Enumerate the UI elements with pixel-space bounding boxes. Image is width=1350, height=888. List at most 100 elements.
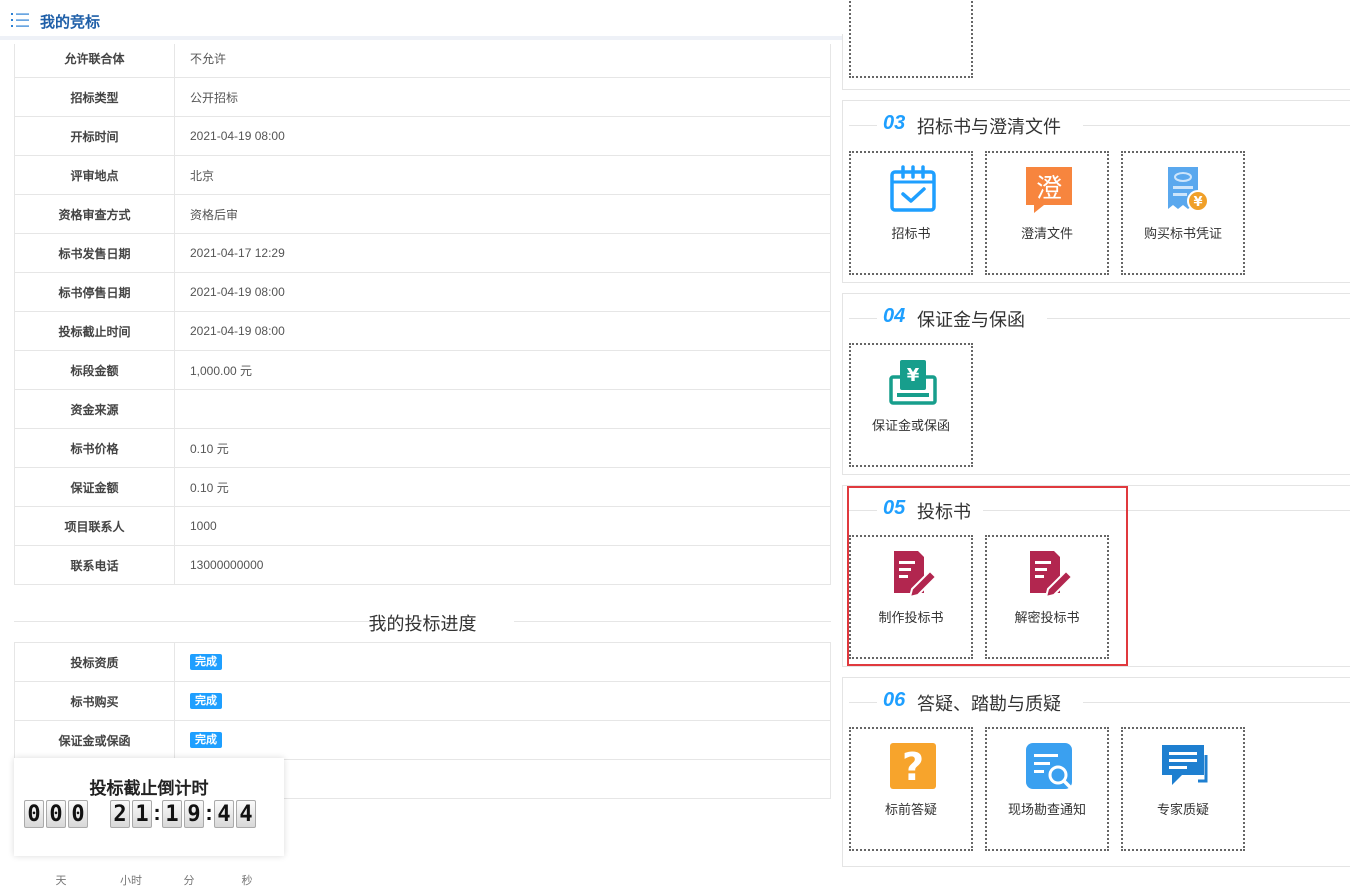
table-row: 招标类型 公开招标 (14, 77, 831, 117)
row-value: 北京 (174, 155, 831, 195)
row-value: 2021-04-19 08:00 (174, 272, 831, 312)
table-row: 保证金额 0.10 元 (14, 467, 831, 507)
tile-deposit[interactable]: ¥ 保证金或保函 (849, 343, 973, 467)
svg-text:¥: ¥ (907, 365, 920, 386)
section-previous (842, 0, 1350, 90)
row-label: 评审地点 (14, 155, 175, 195)
row-value: 13000000000 (174, 545, 831, 585)
svg-text:澄: 澄 (1036, 174, 1062, 204)
progress-title: 我的投标进度 (368, 614, 477, 634)
unit-hour: 小时 (120, 875, 142, 887)
receipt-yuan-icon: ¥ (1168, 167, 1209, 212)
day-digit: 0 (68, 800, 88, 828)
deadline-countdown: 投标截止倒计时 0 0 0 2 1 : 1 9 : 4 4 天 小时 分 秒 (14, 758, 284, 887)
status-badge: 完成 (190, 732, 222, 748)
row-label: 标书停售日期 (14, 272, 175, 312)
section-03: 03 招标书与澄清文件 招标书 澄 澄清文件 ¥ 购买标书凭证 (842, 100, 1350, 283)
table-row: 允许联合体 不允许 (14, 44, 831, 78)
table-row: 标段金额 1,000.00 元 (14, 350, 831, 390)
section-name: 保证金与保函 (917, 310, 1025, 330)
tile-label: 专家质疑 (1156, 802, 1209, 817)
row-value: 0.10 元 (174, 467, 831, 507)
row-label: 招标类型 (14, 77, 175, 117)
row-value: 2021-04-19 08:00 (174, 311, 831, 351)
row-label: 保证金或保函 (14, 720, 175, 760)
unit-minute: 分 (183, 875, 195, 887)
table-row: 保证金或保函 完成 (14, 720, 831, 760)
section-number: 04 (883, 305, 906, 327)
row-label: 联系电话 (14, 545, 175, 585)
row-value: 2021-04-19 08:00 (174, 116, 831, 156)
section-number: 03 (883, 112, 906, 134)
highlight-box (847, 486, 1128, 666)
section-header: 03 招标书与澄清文件 (843, 101, 1350, 141)
table-row: 项目联系人 1000 (14, 506, 831, 546)
table-row: 联系电话 13000000000 (14, 545, 831, 585)
table-row: 资格审查方式 资格后审 (14, 194, 831, 234)
row-label: 开标时间 (14, 116, 175, 156)
minute-digit: 9 (184, 800, 204, 828)
tile-label: 招标书 (891, 226, 931, 241)
row-label: 标书价格 (14, 428, 175, 468)
chat-bubble-icon (1162, 745, 1208, 785)
row-label: 投标截止时间 (14, 311, 175, 351)
hour-digit: 1 (132, 800, 152, 828)
progress-section-title: 我的投标进度 (14, 606, 831, 636)
tile-purchase-receipt[interactable]: ¥ 购买标书凭证 (1121, 151, 1245, 275)
tile-label: 澄清文件 (1020, 226, 1073, 241)
section-number: 06 (883, 689, 906, 711)
row-value: 0.10 元 (174, 428, 831, 468)
workflow-panel: 03 招标书与澄清文件 招标书 澄 澄清文件 ¥ 购买标书凭证 04 保证金与保… (842, 0, 1350, 867)
tile-label: 现场勘查通知 (1007, 802, 1086, 817)
table-row: 标书价格 0.10 元 (14, 428, 831, 468)
status-badge: 完成 (190, 654, 222, 670)
bid-info-panel: 允许联合体 不允许 招标类型 公开招标 开标时间 2021-04-19 08:00 评… (4, 44, 838, 856)
row-label: 标书发售日期 (14, 233, 175, 273)
list-icon[interactable] (11, 12, 29, 28)
day-digit: 0 (24, 800, 44, 828)
tile-label: 购买标书凭证 (1143, 226, 1222, 241)
section-name: 答疑、踏勘与质疑 (917, 694, 1061, 714)
svg-text:?: ? (902, 745, 924, 789)
row-label: 允许联合体 (14, 44, 175, 78)
second-digit: 4 (236, 800, 256, 828)
row-value: 1000 (174, 506, 831, 546)
second-digit: 4 (214, 800, 234, 828)
section-04: 04 保证金与保函 ¥ 保证金或保函 (842, 293, 1350, 475)
row-label: 资金来源 (14, 389, 175, 429)
row-value: 1,000.00 元 (174, 350, 831, 390)
unit-day: 天 (55, 875, 67, 887)
calendar-check-icon (890, 165, 936, 212)
colon: : (205, 800, 213, 825)
tile-tender-document[interactable]: 招标书 (849, 151, 973, 275)
table-row: 投标资质 完成 (14, 642, 831, 682)
question-icon: ? (890, 743, 936, 789)
row-value: 资格后审 (174, 194, 831, 234)
status-badge: 完成 (190, 693, 222, 709)
minute-digit: 1 (162, 800, 182, 828)
row-value: 公开招标 (174, 77, 831, 117)
row-label: 投标资质 (14, 642, 175, 682)
tile-label: 保证金或保函 (871, 418, 950, 433)
row-value: 不允许 (174, 44, 831, 78)
section-header: 06 答疑、踏勘与质疑 (843, 678, 1350, 718)
tile-pre-bid-qa[interactable]: ? 标前答疑 (849, 727, 973, 851)
tile-previous[interactable] (849, 0, 973, 78)
countdown-title: 投标截止倒计时 (89, 779, 209, 798)
page-title: 我的竞标 (40, 14, 101, 31)
section-header: 04 保证金与保函 (843, 294, 1350, 334)
hour-digit: 2 (110, 800, 130, 828)
table-row: 资金来源 (14, 389, 831, 429)
tile-label: 标前答疑 (884, 802, 937, 817)
tile-expert-challenge[interactable]: 专家质疑 (1121, 727, 1245, 851)
row-value: 2021-04-17 12:29 (174, 233, 831, 273)
row-value (174, 389, 831, 429)
search-document-icon (1026, 743, 1072, 789)
svg-text:¥: ¥ (1193, 195, 1202, 210)
bid-info-table: 允许联合体 不允许 招标类型 公开招标 开标时间 2021-04-19 08:00 评… (14, 44, 831, 585)
table-row: 开标时间 2021-04-19 08:00 (14, 116, 831, 156)
table-row: 标书购买 完成 (14, 681, 831, 721)
tile-site-survey[interactable]: 现场勘查通知 (985, 727, 1109, 851)
tile-clarification[interactable]: 澄 澄清文件 (985, 151, 1109, 275)
table-row: 标书停售日期 2021-04-19 08:00 (14, 272, 831, 312)
